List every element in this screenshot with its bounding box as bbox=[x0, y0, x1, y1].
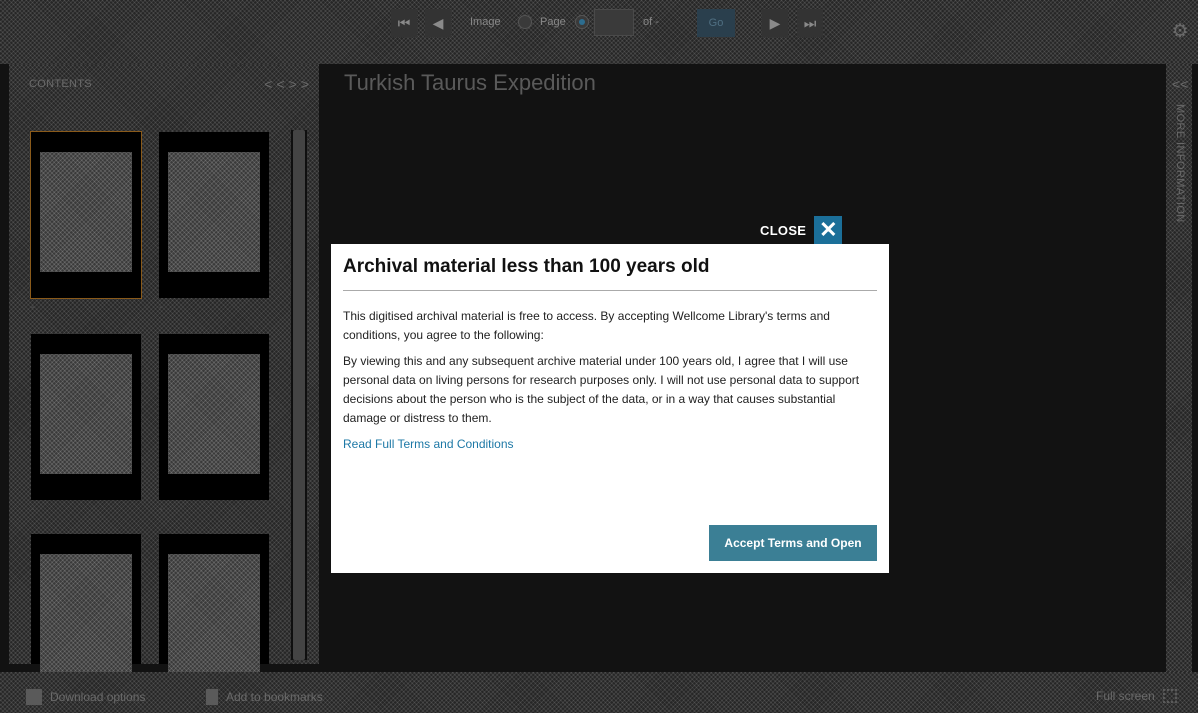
next-page-button[interactable]: ▶ bbox=[762, 9, 788, 37]
download-icon bbox=[26, 689, 42, 705]
more-information-label: MORE INFORMATION bbox=[1174, 104, 1186, 223]
expand-chevrons-icon[interactable]: >> bbox=[289, 76, 313, 92]
thumbnail-label: - bbox=[31, 302, 35, 313]
full-screen-button[interactable]: Full screen bbox=[1096, 689, 1177, 703]
page-mode-radio[interactable] bbox=[575, 15, 589, 29]
previous-page-icon: ◀ bbox=[432, 14, 444, 31]
collapse-chevrons-icon[interactable]: << bbox=[264, 76, 288, 92]
download-options-button[interactable]: Download options bbox=[26, 689, 145, 705]
dialog-agreement-text: By viewing this and any subsequent archi… bbox=[343, 354, 860, 425]
next-page-icon: ▶ bbox=[769, 14, 781, 31]
image-mode-label: Image bbox=[470, 16, 501, 28]
thumbnail-label: - bbox=[31, 504, 35, 515]
bookmark-icon bbox=[206, 689, 218, 705]
thumbnail-label: - bbox=[159, 302, 163, 313]
close-icon[interactable]: ✕ bbox=[814, 216, 843, 244]
modal-close-control[interactable]: CLOSE ✕ bbox=[760, 216, 843, 244]
page-count-label: of - bbox=[643, 16, 659, 28]
thumbnail-label: - bbox=[159, 504, 163, 515]
dialog-heading: Archival material less than 100 years ol… bbox=[343, 256, 710, 277]
thumbnail-5[interactable] bbox=[31, 534, 141, 674]
viewer-app: ⏮ ◀ Image Page of - Go ▶ ⏭ ⚙ CONTENTS <<… bbox=[0, 0, 1198, 713]
settings-gear-icon[interactable]: ⚙ bbox=[1170, 22, 1190, 42]
contents-panel-toggle[interactable]: <<>> bbox=[264, 76, 313, 92]
accept-terms-button[interactable]: Accept Terms and Open bbox=[709, 525, 877, 561]
full-screen-label: Full screen bbox=[1096, 689, 1155, 703]
thumbnail-6[interactable] bbox=[159, 534, 269, 674]
last-page-button[interactable]: ⏭ bbox=[797, 9, 823, 37]
go-button[interactable]: Go bbox=[697, 9, 735, 37]
bottom-bar: Download options Add to bookmarks Full s… bbox=[0, 672, 1198, 713]
page-thumbnail-image bbox=[168, 354, 260, 474]
read-terms-link[interactable]: Read Full Terms and Conditions bbox=[343, 437, 877, 451]
more-information-panel[interactable]: << MORE INFORMATION bbox=[1166, 64, 1192, 672]
page-thumbnail-image bbox=[40, 354, 132, 474]
more-info-expand-icon[interactable]: << bbox=[1172, 76, 1188, 92]
document-title: Turkish Taurus Expedition bbox=[344, 70, 596, 95]
dialog-intro-text: This digitised archival material is free… bbox=[343, 309, 830, 342]
contents-panel: CONTENTS <<>> - - - - bbox=[9, 64, 319, 674]
page-number-input[interactable] bbox=[594, 9, 634, 36]
download-options-label: Download options bbox=[50, 690, 146, 704]
contents-title: CONTENTS bbox=[29, 78, 92, 90]
dialog-divider bbox=[343, 290, 877, 291]
previous-page-button[interactable]: ◀ bbox=[425, 9, 451, 37]
top-toolbar: ⏮ ◀ Image Page of - Go ▶ ⏭ ⚙ bbox=[0, 0, 1198, 64]
thumbnail-2[interactable] bbox=[159, 132, 269, 298]
thumbnail-4[interactable] bbox=[159, 334, 269, 500]
page-thumbnail-image bbox=[168, 554, 260, 674]
first-page-icon: ⏮ bbox=[397, 14, 411, 31]
add-to-bookmarks-label: Add to bookmarks bbox=[226, 690, 323, 704]
terms-dialog: Archival material less than 100 years ol… bbox=[331, 244, 889, 573]
image-mode-radio[interactable] bbox=[518, 15, 532, 29]
page-thumbnail-image bbox=[40, 554, 132, 674]
contents-scrollbar-thumb[interactable] bbox=[293, 130, 305, 660]
full-screen-icon bbox=[1162, 689, 1177, 703]
first-page-button[interactable]: ⏮ bbox=[391, 9, 417, 37]
close-label[interactable]: CLOSE bbox=[760, 223, 806, 238]
add-to-bookmarks-button[interactable]: Add to bookmarks bbox=[206, 689, 323, 705]
page-thumbnail-image bbox=[40, 152, 132, 272]
page-thumbnail-image bbox=[168, 152, 260, 272]
thumbnail-3[interactable] bbox=[31, 334, 141, 500]
last-page-icon: ⏭ bbox=[803, 14, 817, 31]
page-mode-label: Page bbox=[540, 16, 566, 28]
thumbnail-1[interactable] bbox=[30, 131, 142, 299]
